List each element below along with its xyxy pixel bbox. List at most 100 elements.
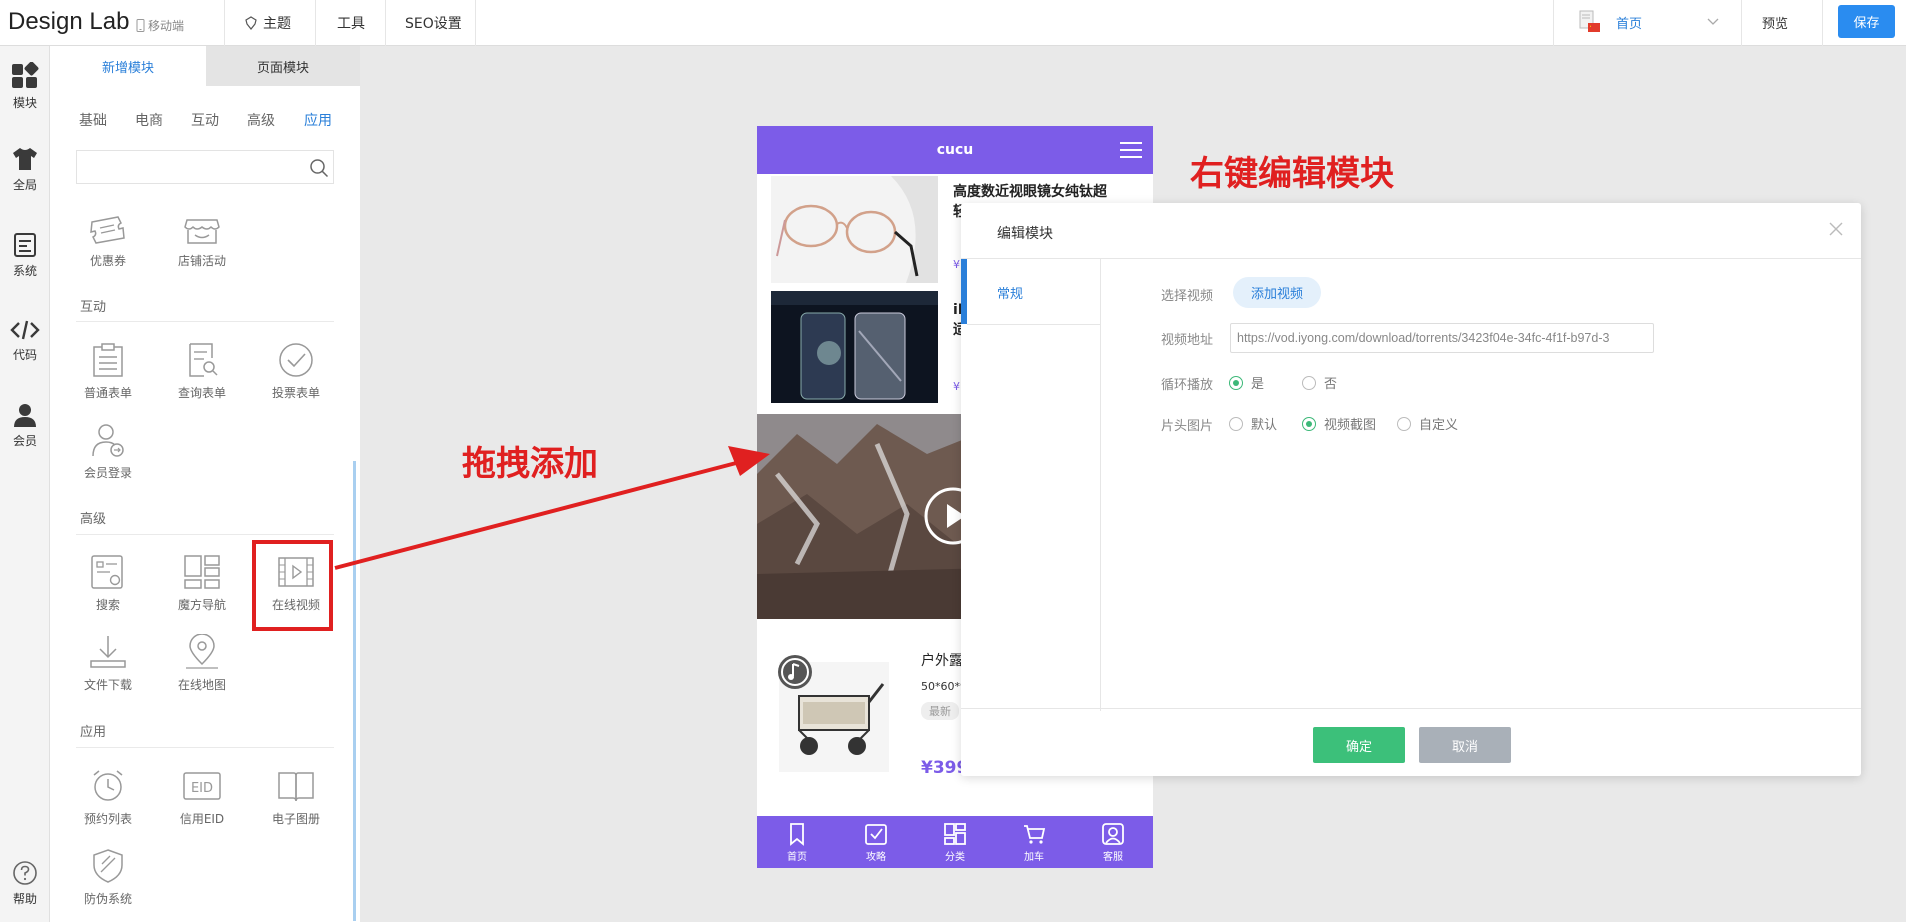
menu-tools[interactable]: 工具 xyxy=(337,13,365,33)
section-advanced-title: 高级 xyxy=(80,512,107,527)
module-label: 店铺活动 xyxy=(177,254,226,268)
category-interactive[interactable]: 互动 xyxy=(191,110,219,130)
module-file-download[interactable]: 文件下载 xyxy=(68,634,148,693)
module-cube-nav[interactable]: 魔方导航 xyxy=(162,554,242,613)
mobile-toggle[interactable]: 移动端 xyxy=(136,17,184,34)
add-video-button[interactable]: 添加视频 xyxy=(1233,277,1321,308)
radio-label: 默认 xyxy=(1251,418,1278,433)
label-select-video: 选择视频 xyxy=(1161,289,1214,304)
nav-guide[interactable]: 攻略 xyxy=(846,822,906,863)
video-url-input[interactable] xyxy=(1230,323,1654,353)
product-image-glasses[interactable] xyxy=(771,176,938,283)
module-coupon[interactable]: 优惠券 xyxy=(68,214,148,269)
radio-label: 否 xyxy=(1324,377,1338,392)
module-member-login[interactable]: 会员登录 xyxy=(68,422,148,481)
module-label: 优惠券 xyxy=(89,254,126,268)
cover-option-custom[interactable]: 自定义 xyxy=(1397,414,1458,433)
module-search[interactable]: 搜索 xyxy=(68,554,148,613)
category-advanced[interactable]: 高级 xyxy=(247,110,275,130)
music-icon[interactable] xyxy=(777,654,813,690)
module-e-album[interactable]: 电子图册 xyxy=(256,768,336,827)
user-icon xyxy=(14,404,36,427)
module-store-activity[interactable]: 店铺活动 xyxy=(162,214,242,269)
svg-text:EID: EID xyxy=(191,781,213,796)
shirt-icon xyxy=(13,148,37,170)
rail-item-global[interactable]: 全局 xyxy=(0,146,50,193)
close-icon[interactable] xyxy=(1829,222,1843,236)
module-vote-form[interactable]: 投票表单 xyxy=(256,342,336,401)
eid-icon: EID xyxy=(183,772,221,800)
divider xyxy=(1741,0,1742,46)
tab-new-module[interactable]: 新增模块 xyxy=(50,46,206,86)
radio-checked[interactable] xyxy=(1302,416,1316,431)
section-divider xyxy=(76,747,334,748)
radio-checked[interactable] xyxy=(1229,375,1243,390)
radio-label: 是 xyxy=(1251,377,1265,392)
menu-tools-label: 工具 xyxy=(337,16,365,32)
annotation-right-click-edit: 右键编辑模块 xyxy=(1190,154,1394,194)
rail-item-help[interactable]: 帮助 xyxy=(0,860,50,907)
module-label: 普通表单 xyxy=(83,386,132,400)
divider xyxy=(315,0,316,46)
rail-label: 全局 xyxy=(12,178,37,192)
dialog-footer-divider xyxy=(961,708,1861,709)
rail-label: 系统 xyxy=(12,264,37,278)
phone-header: cucu xyxy=(757,126,1153,174)
rail-label: 代码 xyxy=(12,348,37,362)
rail-item-system[interactable]: 系统 xyxy=(0,232,50,279)
nav-label: 客服 xyxy=(1103,852,1123,863)
radio-unchecked[interactable] xyxy=(1302,375,1316,390)
category-ecommerce[interactable]: 电商 xyxy=(135,110,163,130)
loop-option-no[interactable]: 否 xyxy=(1302,373,1337,392)
category-apps[interactable]: 应用 xyxy=(304,110,332,130)
menu-theme[interactable]: 主题 xyxy=(243,13,291,33)
section-divider xyxy=(76,321,334,322)
mobile-label: 移动端 xyxy=(148,19,185,33)
active-tab-indicator xyxy=(961,259,967,324)
category-basic[interactable]: 基础 xyxy=(79,110,107,130)
nav-service[interactable]: 客服 xyxy=(1083,822,1143,863)
divider xyxy=(385,0,386,46)
grid-icon xyxy=(12,62,39,88)
product-title[interactable]: 户外露 xyxy=(921,650,963,670)
page-select[interactable]: 首页 xyxy=(1616,13,1642,32)
cancel-button[interactable]: 取消 xyxy=(1419,727,1511,763)
tab-general[interactable]: 常规 xyxy=(997,283,1023,302)
module-credit-eid[interactable]: EID 信用EID xyxy=(162,768,242,827)
preview-button[interactable]: 预览 xyxy=(1762,13,1788,32)
rail-item-code[interactable]: 代码 xyxy=(0,318,50,363)
search-icon[interactable] xyxy=(309,158,329,178)
rail-item-modules[interactable]: 模块 xyxy=(0,62,50,111)
module-online-map[interactable]: 在线地图 xyxy=(162,634,242,693)
map-pin-icon xyxy=(186,634,218,669)
cover-option-screenshot[interactable]: 视频截图 xyxy=(1302,414,1376,433)
radio-unchecked[interactable] xyxy=(1229,416,1243,431)
module-booking-list[interactable]: 预约列表 xyxy=(68,768,148,827)
loop-option-yes[interactable]: 是 xyxy=(1229,373,1264,392)
menu-icon[interactable] xyxy=(1119,140,1143,160)
module-anti-fake[interactable]: 防伪系统 xyxy=(68,848,148,907)
code-icon xyxy=(10,320,40,340)
menu-seo[interactable]: SEO设置 xyxy=(405,13,462,33)
module-query-form[interactable]: 查询表单 xyxy=(162,342,242,401)
search-input[interactable] xyxy=(77,151,297,183)
confirm-button[interactable]: 确定 xyxy=(1313,727,1405,763)
chevron-down-icon[interactable] xyxy=(1706,14,1720,28)
product-price: ¥ xyxy=(953,380,960,393)
tab-page-module[interactable]: 页面模块 xyxy=(206,46,360,86)
nav-add-cart[interactable]: 加车 xyxy=(1004,822,1064,863)
menu-theme-label: 主题 xyxy=(263,16,291,32)
module-label: 投票表单 xyxy=(271,386,320,400)
site-title: cucu xyxy=(936,142,974,158)
save-button[interactable]: 保存 xyxy=(1838,5,1895,38)
nav-home[interactable]: 首页 xyxy=(767,822,827,863)
cover-option-default[interactable]: 默认 xyxy=(1229,414,1277,433)
rail-item-member[interactable]: 会员 xyxy=(0,402,50,449)
nav-category[interactable]: 分类 xyxy=(925,822,985,863)
rail-label: 帮助 xyxy=(12,892,37,906)
radio-unchecked[interactable] xyxy=(1397,416,1411,431)
label-video-url: 视频地址 xyxy=(1161,333,1214,348)
module-form[interactable]: 普通表单 xyxy=(68,342,148,401)
product-price: ¥ xyxy=(953,258,960,271)
product-image-screen[interactable] xyxy=(771,291,938,403)
